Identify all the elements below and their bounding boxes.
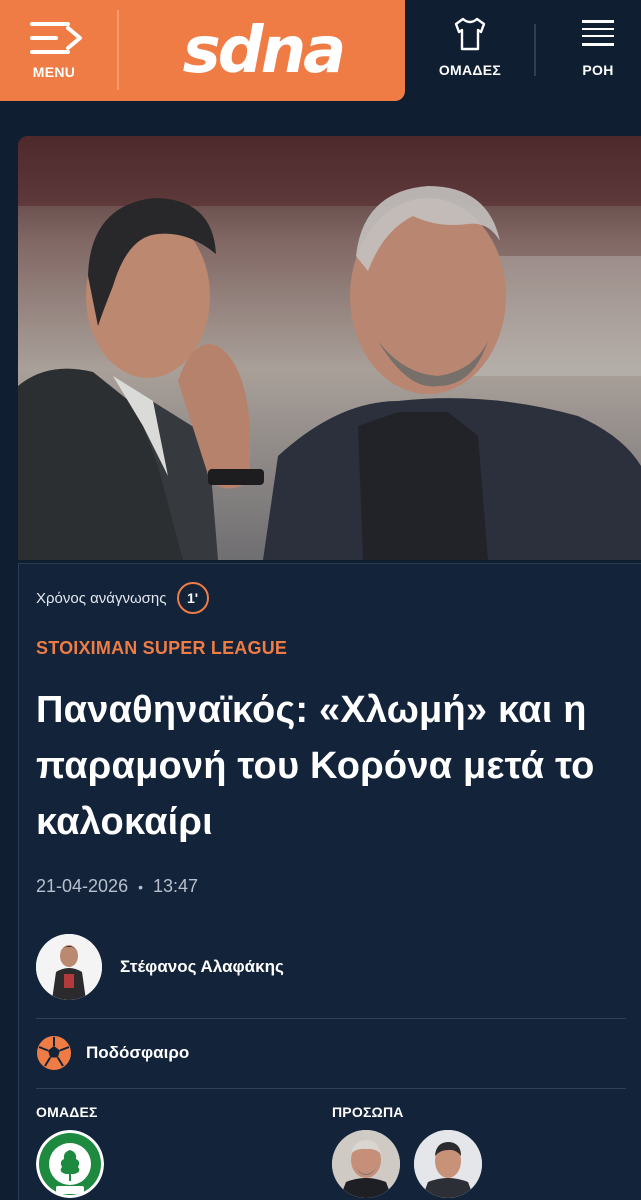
article-category[interactable]: STOIXIMAN SUPER LEAGUE [36, 638, 287, 659]
article-date: 21-04-2026 [36, 876, 129, 896]
team-logo-panathinaikos[interactable] [36, 1130, 104, 1198]
meta-separator: • [138, 878, 143, 895]
teams-nav-label: ΟΜΑΔΕΣ [438, 62, 502, 78]
author-name: Στέφανος Αλαφάκης [120, 957, 284, 976]
divider [36, 1018, 626, 1019]
svg-text:sdna: sdna [183, 18, 344, 82]
site-header: MENU sdna ΟΜΑΔΕΣ ΡΟΗ [0, 0, 641, 103]
teams-section-label: ΟΜΑΔΕΣ [36, 1104, 98, 1120]
jersey-icon [454, 17, 486, 51]
sport-name: Ποδόσφαιρο [86, 1043, 190, 1062]
feed-nav-button[interactable]: ΡΟΗ [562, 12, 634, 88]
brand-bar: MENU sdna [0, 0, 405, 101]
teams-nav-button[interactable]: ΟΜΑΔΕΣ [425, 12, 515, 88]
article-meta: 21-04-2026 • 13:47 [36, 876, 198, 897]
article-card: Χρόνος ανάγνωσης 1' STOIXIMAN SUPER LEAG… [18, 563, 641, 1200]
menu-arrow-icon [30, 22, 82, 54]
article-title: Παναθηναϊκός: «Χλωμή» και η παραμονή του… [36, 689, 595, 843]
people-section-label: ΠΡΟΣΩΠΑ [332, 1104, 404, 1120]
author-row[interactable]: Στέφανος Αλαφάκης [36, 934, 284, 1000]
article-time: 13:47 [152, 876, 199, 896]
menu-label: MENU [32, 64, 76, 80]
nav-divider [534, 24, 536, 76]
reading-time-label: Χρόνος ανάγνωσης [36, 589, 167, 607]
brand-divider [117, 10, 119, 90]
sport-tag[interactable]: Ποδόσφαιρο [36, 1034, 189, 1072]
person-avatar-corona[interactable] [414, 1130, 482, 1198]
reading-time-badge: 1' [176, 582, 209, 614]
feed-nav-label: ΡΟΗ [582, 62, 614, 78]
football-icon [37, 1036, 71, 1070]
author-avatar [36, 934, 102, 1000]
divider [36, 1088, 626, 1089]
person-avatar-benitez[interactable] [332, 1130, 400, 1198]
reading-time: Χρόνος ανάγνωσης 1' [36, 582, 209, 614]
sdna-logo[interactable]: sdna [152, 18, 374, 82]
article-hero-image [18, 136, 641, 560]
menu-button[interactable]: MENU [18, 14, 90, 86]
feed-lines-icon [582, 20, 614, 46]
